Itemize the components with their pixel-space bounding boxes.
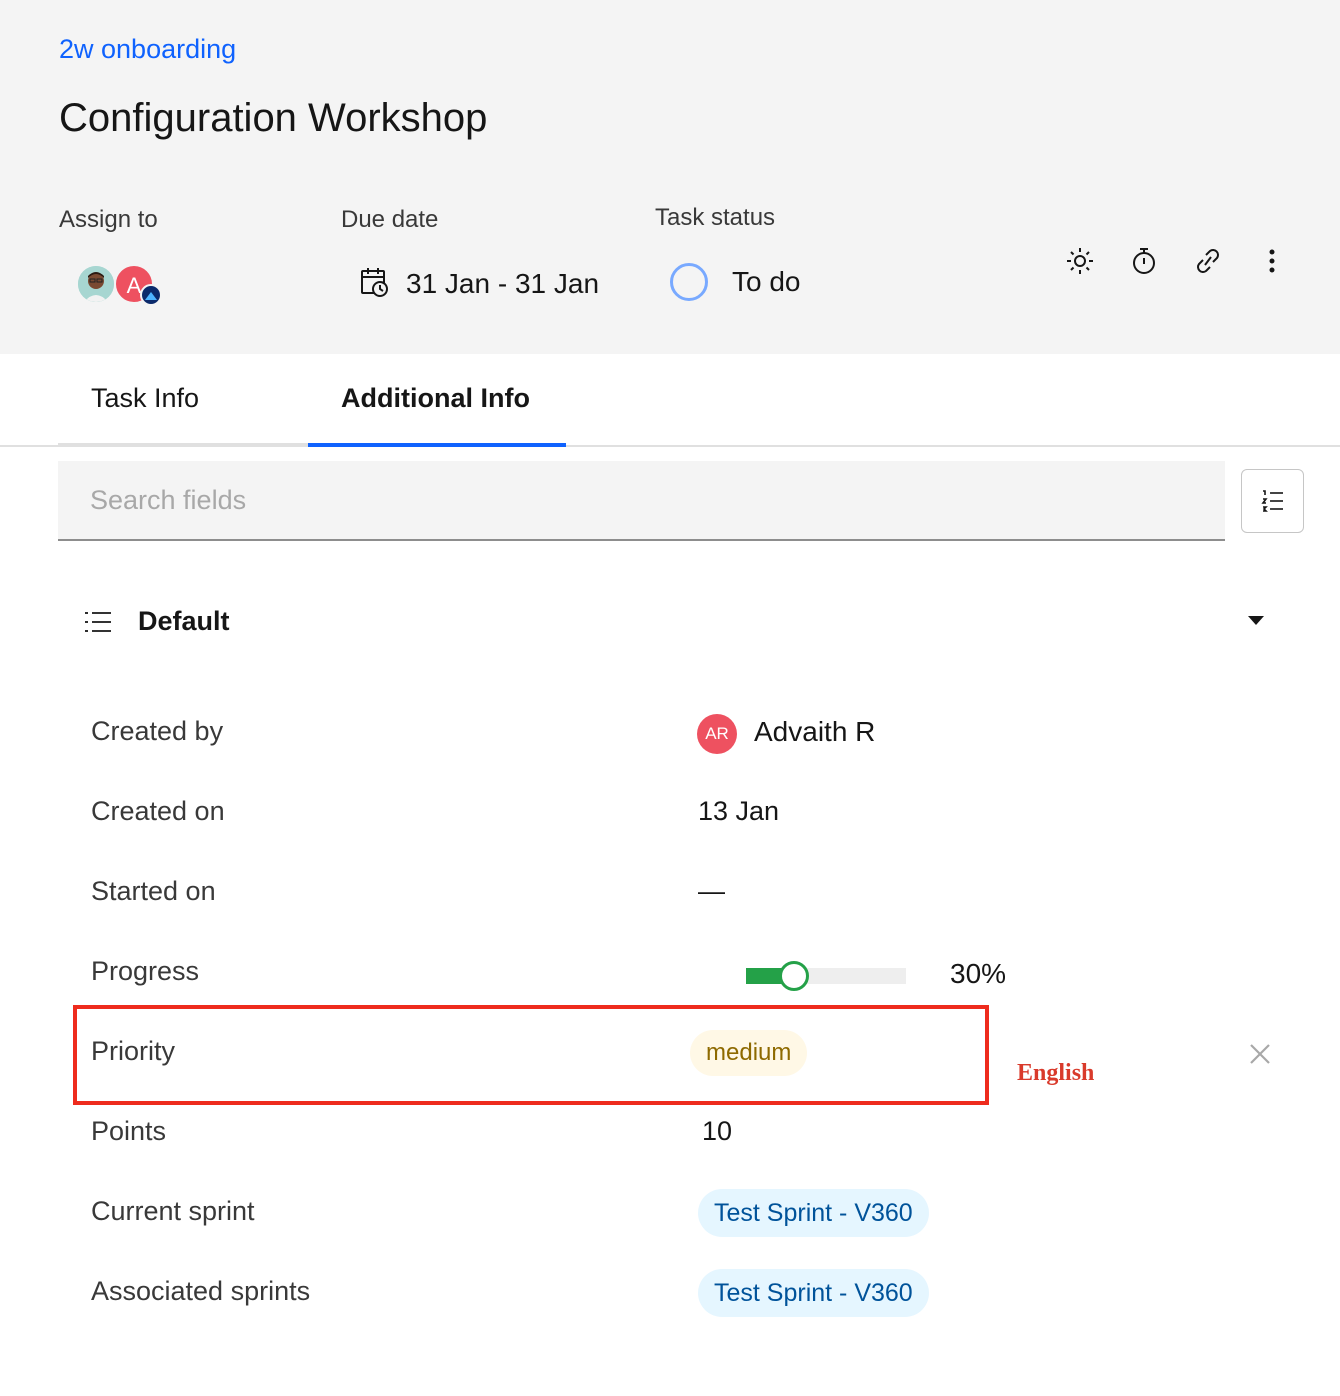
priority-highlight-box [73, 1005, 989, 1105]
started-on-label: Started on [91, 876, 216, 906]
current-sprint-label: Current sprint [91, 1196, 255, 1226]
assignee-avatars[interactable]: A [76, 263, 176, 307]
tab-list: Task Info Additional Info [0, 354, 1340, 447]
points-label: Points [91, 1116, 167, 1146]
caret-down-icon[interactable] [1248, 616, 1264, 625]
section-default-header[interactable]: Default [84, 600, 1274, 644]
due-date-picker[interactable]: 31 Jan - 31 Jan [360, 266, 599, 302]
section-title: Default [138, 606, 230, 636]
assignee-photo-avatar[interactable] [76, 264, 116, 304]
tab-additional-info[interactable]: Additional Info [308, 354, 566, 447]
created-by-label: Created by [91, 716, 224, 746]
search-fields-input[interactable] [58, 461, 1225, 541]
close-icon[interactable] [1246, 1040, 1274, 1068]
creator-avatar[interactable]: AR [697, 714, 737, 754]
created-on-label: Created on [91, 796, 225, 826]
list-icon [84, 610, 112, 639]
sun-icon[interactable] [1064, 245, 1096, 277]
annotation-label: English [1017, 1060, 1095, 1086]
assign-to-label: Assign to [59, 206, 158, 233]
progress-label: Progress [91, 956, 200, 986]
associated-sprints-label: Associated sprints [91, 1276, 311, 1306]
progress-value: 30% [950, 958, 1007, 989]
tab-task-info[interactable]: Task Info [58, 354, 308, 447]
task-status-selector[interactable]: To do [670, 262, 801, 302]
task-status-value: To do [732, 266, 801, 297]
current-sprint-tag[interactable]: Test Sprint - V360 [698, 1189, 929, 1237]
started-on-value[interactable]: — [698, 876, 725, 907]
team-badge-icon [140, 284, 162, 306]
task-header: 2w onboarding Configuration Workshop Ass… [0, 0, 1340, 354]
stopwatch-icon[interactable] [1128, 245, 1160, 277]
field-list-button[interactable] [1241, 469, 1304, 533]
overflow-menu-icon[interactable] [1256, 245, 1288, 277]
breadcrumb-project-link[interactable]: 2w onboarding [59, 34, 236, 65]
points-value[interactable]: 10 [702, 1116, 732, 1147]
priority-label: Priority [91, 1036, 176, 1066]
status-circle-icon [670, 263, 708, 301]
due-date-label: Due date [341, 206, 439, 233]
priority-tag[interactable]: medium [690, 1030, 808, 1076]
link-icon[interactable] [1192, 245, 1224, 277]
calendar-clock-icon [360, 266, 390, 303]
progress-slider-handle[interactable] [779, 961, 809, 991]
numbered-list-icon [1260, 490, 1283, 512]
creator-name: Advaith R [754, 716, 876, 747]
due-date-value: 31 Jan - 31 Jan [406, 268, 600, 299]
associated-sprint-tag[interactable]: Test Sprint - V360 [698, 1269, 929, 1317]
task-status-label: Task status [655, 204, 776, 231]
created-on-value: 13 Jan [698, 796, 780, 826]
page-title: Configuration Workshop [59, 96, 488, 140]
